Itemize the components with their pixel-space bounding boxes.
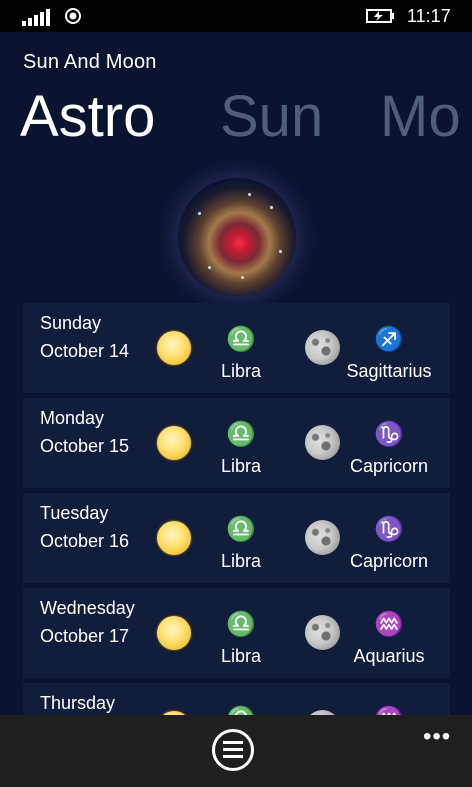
- pivot-tab-astro[interactable]: Astro: [20, 82, 155, 152]
- date-label: October 16: [40, 531, 130, 551]
- sun-sign-label: Libra: [220, 551, 262, 571]
- more-options-button[interactable]: •••: [423, 723, 451, 751]
- moon-icon: [305, 615, 340, 650]
- libra-icon: ♎: [226, 421, 256, 448]
- libra-icon: ♎: [226, 326, 256, 353]
- date-label: October 15: [40, 436, 130, 456]
- day-row[interactable]: Wednesday October 17 ♎ Libra ♒ Aquarius: [23, 588, 450, 678]
- date-label: October 17: [40, 626, 130, 646]
- moon-icon: [305, 520, 340, 555]
- weekday-label: Wednesday: [40, 598, 135, 618]
- data-connection-icon: [65, 8, 81, 24]
- libra-icon: ♎: [226, 611, 256, 638]
- sun-icon: [157, 331, 191, 365]
- sun-sign-label: Libra: [220, 361, 262, 381]
- sun-icon: [157, 521, 191, 555]
- pivot-tab-sun[interactable]: Sun: [220, 82, 323, 152]
- day-row[interactable]: Tuesday October 16 ♎ Libra ♑ Capricorn: [23, 493, 450, 583]
- capricorn-icon: ♑: [374, 421, 404, 448]
- weekday-label: Tuesday: [40, 503, 109, 523]
- app-page: Sun And Moon Astro Sun Mo Sunday October…: [0, 32, 472, 715]
- astro-nebula-image: [178, 178, 296, 296]
- aquarius-icon: ♒: [366, 705, 412, 715]
- moon-sign-label: Capricorn: [349, 456, 429, 476]
- signal-strength-icon: [22, 8, 56, 26]
- sagittarius-icon: ♐: [374, 326, 404, 353]
- date-label: October 14: [40, 341, 130, 361]
- libra-icon: ♎: [218, 705, 264, 715]
- moon-sign-label: Capricorn: [349, 551, 429, 571]
- app-title: Sun And Moon: [23, 51, 157, 73]
- list-button[interactable]: [212, 729, 254, 771]
- app-bar: •••: [0, 715, 472, 787]
- moon-icon: [305, 330, 340, 365]
- day-row[interactable]: Monday October 15 ♎ Libra ♑ Capricorn: [23, 398, 450, 488]
- list-icon: [223, 741, 243, 759]
- weekday-label: Thursday: [40, 693, 116, 713]
- sun-icon: [157, 616, 191, 650]
- capricorn-icon: ♑: [374, 516, 404, 543]
- day-list[interactable]: Sunday October 14 ♎ Libra ♐ Sagittarius …: [23, 303, 450, 715]
- sun-sign-label: Libra: [220, 646, 262, 666]
- libra-icon: ♎: [226, 516, 256, 543]
- pivot-tab-moon[interactable]: Mo: [380, 82, 461, 152]
- clock: 11:17: [407, 6, 451, 26]
- sun-sign-label: Libra: [220, 456, 262, 476]
- battery-charging-icon: [366, 9, 394, 23]
- day-row[interactable]: Thursday ♎ ♒: [23, 683, 450, 715]
- weekday-label: Monday: [40, 408, 105, 428]
- moon-sign-label: Sagittarius: [346, 361, 432, 381]
- moon-icon: [305, 425, 340, 460]
- day-row[interactable]: Sunday October 14 ♎ Libra ♐ Sagittarius: [23, 303, 450, 393]
- sun-icon: [157, 426, 191, 460]
- moon-sign-label: Aquarius: [353, 646, 425, 666]
- aquarius-icon: ♒: [374, 611, 404, 638]
- status-bar: 11:17: [0, 0, 472, 32]
- weekday-label: Sunday: [40, 313, 102, 333]
